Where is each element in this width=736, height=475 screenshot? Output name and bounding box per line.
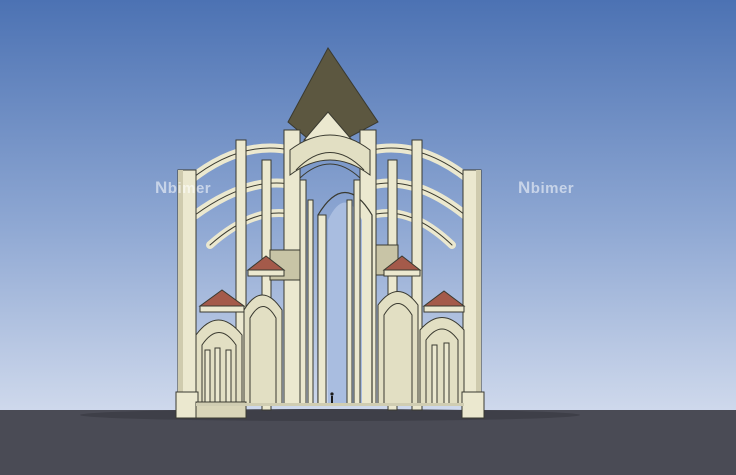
right-aisle-vault-lower (419, 317, 465, 406)
left-plinth (175, 391, 199, 419)
right-plinth (461, 391, 485, 419)
watermark-left: Nbimer (155, 178, 211, 198)
watermark-text-right: bimer (530, 180, 575, 197)
scene (0, 0, 736, 475)
floor-line (196, 403, 464, 406)
watermark-text-left: bimer (167, 180, 212, 197)
ground-shadow (80, 409, 580, 421)
watermark-right: Nbimer (518, 178, 574, 198)
watermark-mark-left: N (155, 178, 168, 197)
watermark-mark-right: N (518, 178, 531, 197)
